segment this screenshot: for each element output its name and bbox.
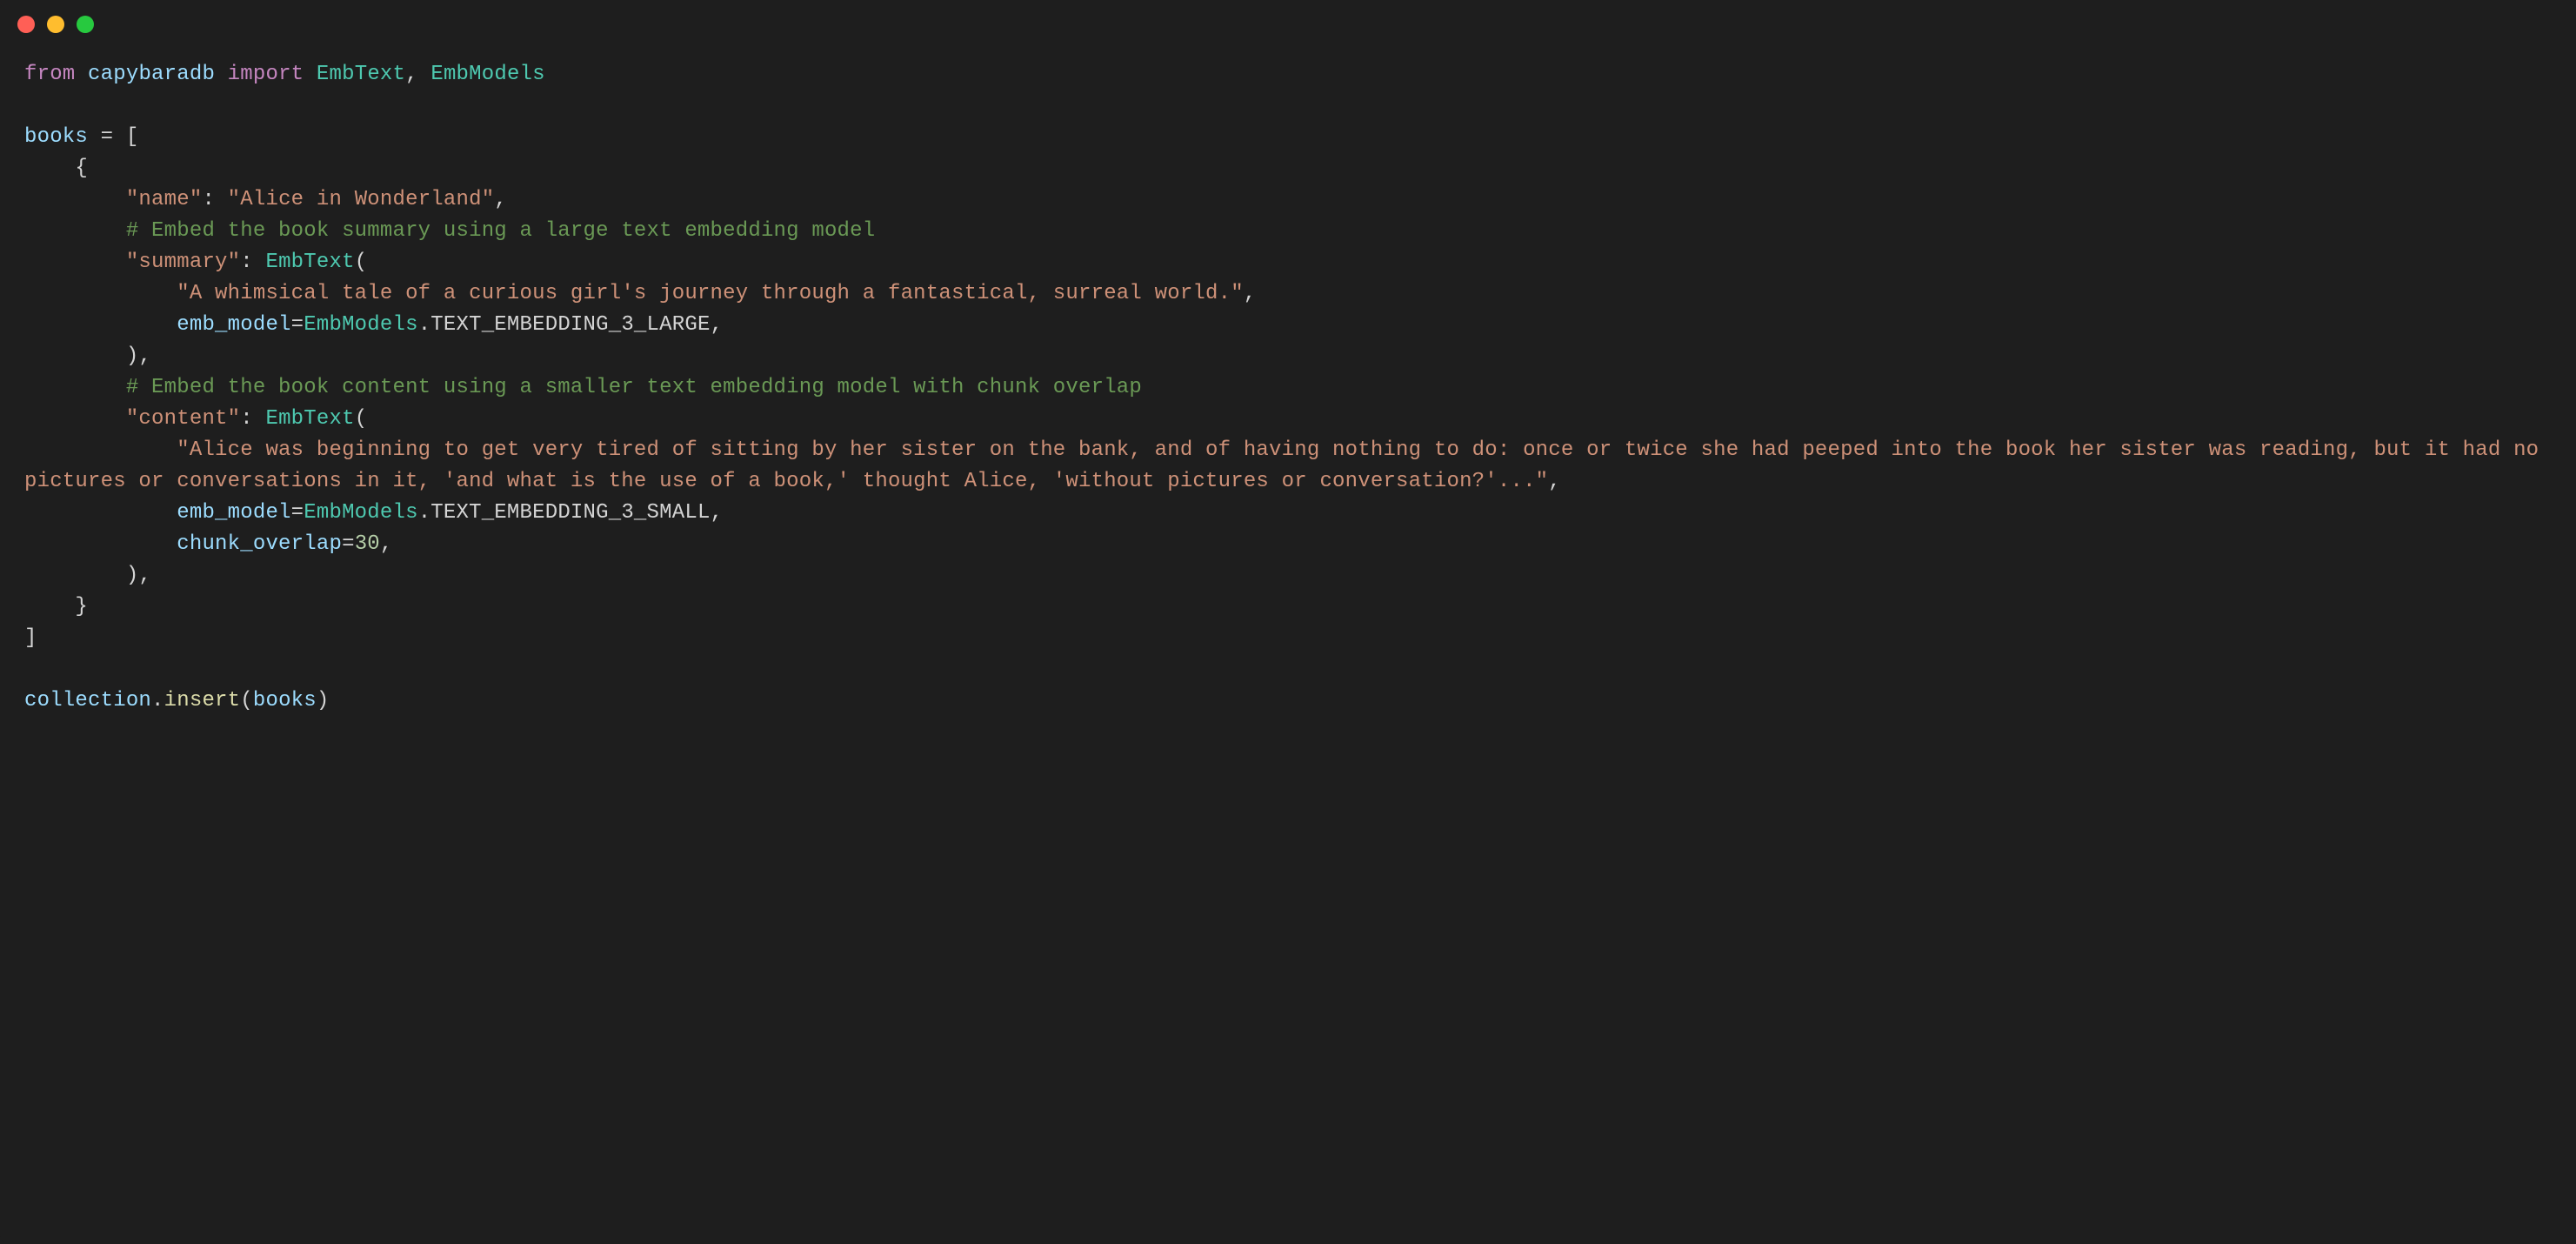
punct-eq: = (291, 501, 304, 525)
class-embtext-call: EmbText (265, 251, 354, 274)
punct-rparen: ) (126, 344, 139, 368)
punct-dot: . (418, 501, 431, 525)
punct-comma: , (711, 501, 724, 525)
number-30: 30 (355, 532, 380, 556)
punct-rparen: ) (126, 564, 139, 587)
punct-colon: : (202, 188, 227, 211)
punct-dot: . (151, 689, 164, 712)
class-embmodels-ref2: EmbModels (304, 501, 417, 525)
code-block: from capybaradb import EmbText, EmbModel… (0, 42, 2576, 752)
punct-colon: : (240, 407, 265, 431)
punct-colon: : (240, 251, 265, 274)
class-embmodels-ref: EmbModels (304, 313, 417, 337)
string-summary: "A whimsical tale of a curious girl's jo… (177, 282, 1244, 305)
punct-rbracket: ] (24, 626, 37, 650)
punct-lparen: ( (240, 689, 253, 712)
punct-comma: , (494, 188, 507, 211)
code-window: from capybaradb import EmbText, EmbModel… (0, 0, 2576, 1244)
dict-key-name: "name" (126, 188, 203, 211)
identifier-collection: collection (24, 689, 151, 712)
module-name: capybaradb (88, 63, 215, 86)
class-embtext: EmbText (317, 63, 405, 86)
punct-lbrace: { (75, 157, 88, 180)
string-content: "Alice was beginning to get very tired o… (24, 438, 2552, 493)
method-insert: insert (164, 689, 241, 712)
punct-comma: , (711, 313, 724, 337)
punct-comma: , (138, 344, 151, 368)
string-title: "Alice in Wonderland" (228, 188, 495, 211)
window-titlebar (0, 0, 2576, 42)
minimize-icon[interactable] (47, 16, 64, 33)
keyword-from: from (24, 63, 75, 86)
param-emb-model2: emb_model (177, 501, 290, 525)
comment-content: # Embed the book content using a smaller… (126, 376, 1142, 399)
punct-rbrace: } (75, 595, 88, 619)
punct-eq: = (88, 125, 126, 149)
punct-eq: = (342, 532, 355, 556)
class-embmodels: EmbModels (430, 63, 544, 86)
dict-key-summary: "summary" (126, 251, 240, 274)
keyword-import: import (228, 63, 304, 86)
close-icon[interactable] (17, 16, 35, 33)
punct-comma: , (380, 532, 393, 556)
punct-comma: , (405, 63, 430, 86)
punct-comma: , (138, 564, 151, 587)
punct-dot: . (418, 313, 431, 337)
punct-comma: , (1244, 282, 1257, 305)
dict-key-content: "content" (126, 407, 240, 431)
param-emb-model: emb_model (177, 313, 290, 337)
arg-books: books (253, 689, 317, 712)
const-small: TEXT_EMBEDDING_3_SMALL (430, 501, 710, 525)
punct-lparen: ( (355, 407, 368, 431)
comment-summary: # Embed the book summary using a large t… (126, 219, 876, 243)
identifier-books: books (24, 125, 88, 149)
punct-rparen: ) (317, 689, 330, 712)
maximize-icon[interactable] (77, 16, 94, 33)
class-embtext-call2: EmbText (265, 407, 354, 431)
punct-lbracket: [ (126, 125, 139, 149)
punct-eq: = (291, 313, 304, 337)
param-chunk-overlap: chunk_overlap (177, 532, 342, 556)
const-large: TEXT_EMBEDDING_3_LARGE (430, 313, 710, 337)
punct-lparen: ( (355, 251, 368, 274)
punct-comma: , (1548, 470, 1561, 493)
